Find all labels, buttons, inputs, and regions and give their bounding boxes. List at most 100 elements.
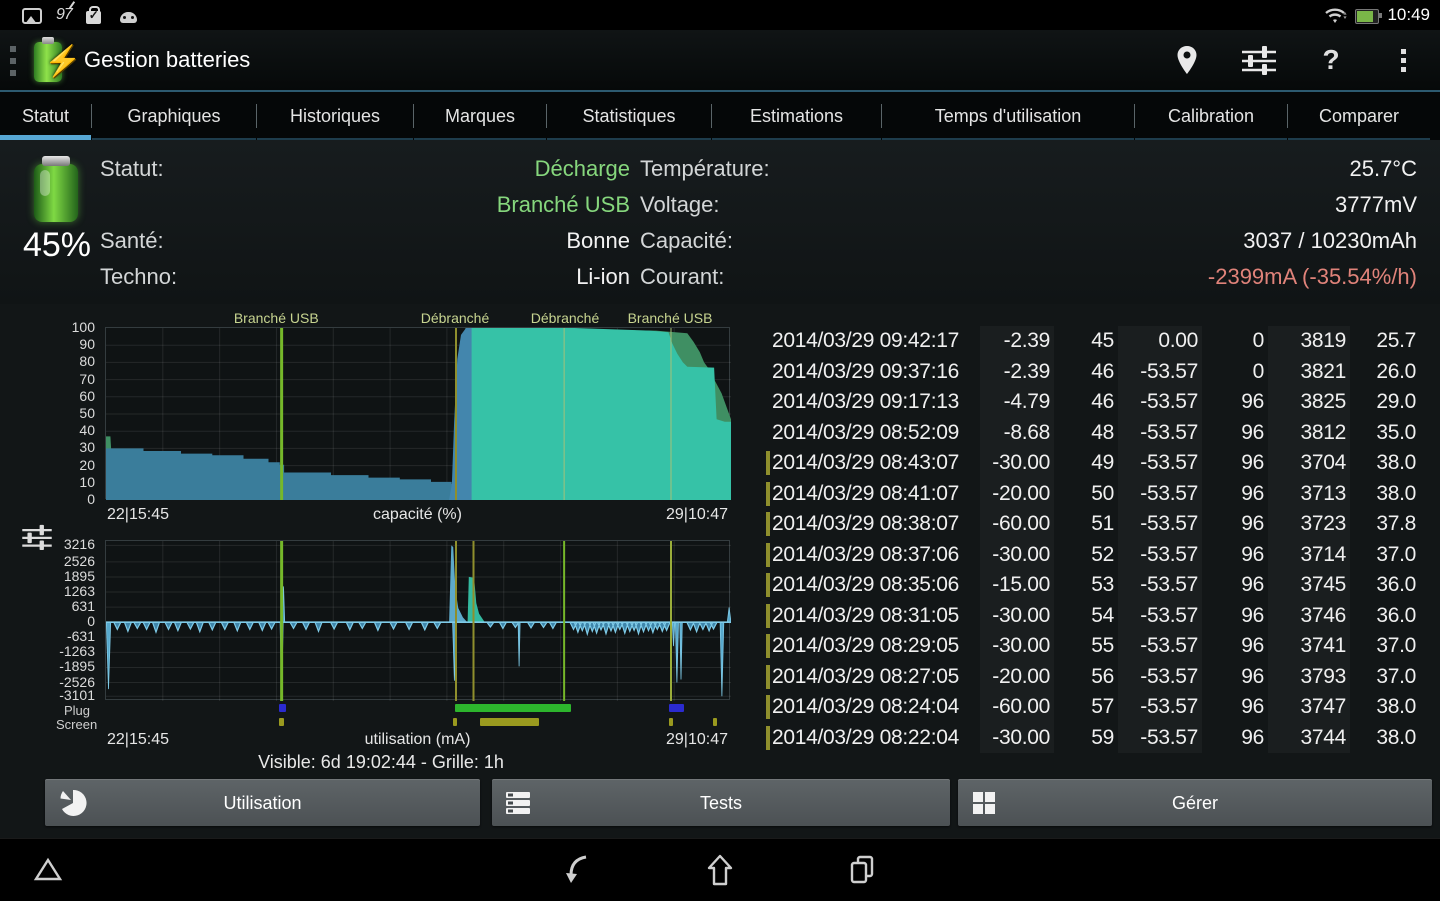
back-button[interactable]	[550, 849, 606, 891]
y-tick-label: -1895	[0, 658, 95, 674]
capacity-chart[interactable]	[105, 327, 730, 499]
cell-value: -2.39	[980, 326, 1054, 357]
home-icon	[705, 853, 735, 887]
recents-button[interactable]	[834, 849, 890, 891]
tab-label: Statistiques	[582, 106, 675, 127]
table-row[interactable]: 2014/03/29 08:37:06-30.0052-53.579637143…	[764, 540, 1432, 571]
tab-statut[interactable]: Statut	[0, 92, 91, 140]
row-event-marker	[764, 662, 772, 693]
sidebar-grip-handle[interactable]	[10, 46, 16, 76]
cell-value: -53.57	[1118, 662, 1202, 693]
tune-icon	[1242, 45, 1276, 75]
table-row[interactable]: 2014/03/29 08:29:05-30.0055-53.579637413…	[764, 631, 1432, 662]
table-row[interactable]: 2014/03/29 08:24:04-60.0057-53.579637473…	[764, 692, 1432, 723]
help-button[interactable]: ?	[1308, 37, 1354, 83]
cell-value: 29.0	[1350, 390, 1420, 414]
screen-event-bar	[669, 718, 673, 726]
y-tick-label: -3101	[0, 687, 95, 703]
cell-value: -53.57	[1118, 448, 1202, 479]
table-row[interactable]: 2014/03/29 08:35:06-15.0053-53.579637453…	[764, 570, 1432, 601]
table-row[interactable]: 2014/03/29 08:31:05-30.0054-53.579637463…	[764, 601, 1432, 632]
y-tick-label: -1263	[0, 643, 95, 659]
table-row[interactable]: 2014/03/29 08:38:07-60.0051-53.579637233…	[764, 509, 1432, 540]
tab-calibration[interactable]: Calibration	[1135, 92, 1287, 140]
cell-value: 38.0	[1350, 726, 1420, 750]
status-value: 3777mV	[1335, 192, 1417, 218]
tab-label: Estimations	[750, 106, 843, 127]
charts-panel: Branché USBDébranchéDébranchéBranché USB…	[0, 304, 762, 770]
cell-value: 25.7	[1350, 329, 1420, 353]
cell-datetime: 2014/03/29 08:43:07	[772, 451, 980, 475]
tab-comparer[interactable]: Comparer	[1288, 92, 1430, 140]
cell-datetime: 2014/03/29 08:52:09	[772, 421, 980, 445]
cell-value: -20.00	[980, 479, 1054, 510]
cell-value: 96	[1202, 421, 1268, 445]
cell-value: 3793	[1268, 662, 1350, 693]
cell-value: 96	[1202, 604, 1268, 628]
overflow-menu-button[interactable]	[1380, 37, 1426, 83]
screen-event-bar	[713, 718, 717, 726]
table-row[interactable]: 2014/03/29 09:37:16-2.3946-53.570382126.…	[764, 357, 1432, 388]
tab-historiques[interactable]: Historiques	[257, 92, 413, 140]
table-row[interactable]: 2014/03/29 08:41:07-20.0050-53.579637133…	[764, 479, 1432, 510]
cell-value: -53.57	[1118, 418, 1202, 449]
status-row: Statut:DéchargeTempérature:25.7°C	[0, 156, 1440, 192]
usage-axis-labels: 22|15:45 utilisation (mA) 29|10:47	[105, 731, 730, 751]
cell-datetime: 2014/03/29 08:38:07	[772, 512, 980, 536]
tab-label: Calibration	[1168, 106, 1254, 127]
history-table: 2014/03/29 09:42:17-2.39450.000381925.72…	[764, 326, 1432, 753]
plug-event-bar	[455, 704, 571, 712]
cell-value: 3741	[1268, 631, 1350, 662]
table-row[interactable]: 2014/03/29 09:42:17-2.39450.000381925.7	[764, 326, 1432, 357]
app-bar: ⚡ Gestion batteries ?	[0, 30, 1440, 92]
tab-statistiques[interactable]: Statistiques	[547, 92, 711, 140]
plug-events-row	[105, 702, 730, 714]
cell-datetime: 2014/03/29 08:29:05	[772, 634, 980, 658]
location-button[interactable]	[1164, 37, 1210, 83]
cell-value: 50	[1054, 482, 1118, 506]
tab-temps-d-utilisation[interactable]: Temps d'utilisation	[882, 92, 1134, 140]
y-tick-label: 50	[0, 405, 95, 421]
tune-button[interactable]	[1236, 37, 1282, 83]
cell-value: -53.57	[1118, 509, 1202, 540]
tab-estimations[interactable]: Estimations	[712, 92, 881, 140]
status-value: 3037 / 10230mAh	[1243, 228, 1417, 254]
cell-value: 36.0	[1350, 604, 1420, 628]
cell-datetime: 2014/03/29 08:31:05	[772, 604, 980, 628]
usage-button[interactable]: Utilisation	[45, 779, 480, 826]
manage-button[interactable]: Gérer	[958, 779, 1432, 826]
status-value: Décharge	[535, 156, 630, 182]
tab-marques[interactable]: Marques	[414, 92, 546, 140]
y-tick-label: -631	[0, 628, 95, 644]
usage-chart[interactable]	[105, 540, 730, 700]
cell-value: 3825	[1268, 387, 1350, 418]
cell-value: -53.57	[1118, 631, 1202, 662]
tab-graphiques[interactable]: Graphiques	[92, 92, 256, 140]
battery-icon	[1355, 9, 1379, 24]
overflow-menu-icon	[1401, 49, 1406, 72]
cell-value: 36.0	[1350, 573, 1420, 597]
cell-value: -30.00	[980, 601, 1054, 632]
table-row[interactable]: 2014/03/29 08:43:07-30.0049-53.579637043…	[764, 448, 1432, 479]
cell-datetime: 2014/03/29 08:41:07	[772, 482, 980, 506]
cell-value: 55	[1054, 634, 1118, 658]
back-icon	[564, 853, 592, 887]
cell-value: -53.57	[1118, 601, 1202, 632]
cell-value: 0	[1202, 360, 1268, 384]
gallery-icon	[22, 5, 42, 25]
table-row[interactable]: 2014/03/29 08:22:04-30.0059-53.579637443…	[764, 723, 1432, 754]
cell-value: 26.0	[1350, 360, 1420, 384]
hide-nav-button[interactable]	[20, 849, 76, 891]
table-row[interactable]: 2014/03/29 09:17:13-4.7946-53.5796382529…	[764, 387, 1432, 418]
tests-button[interactable]: Tests	[492, 779, 950, 826]
home-button[interactable]	[692, 849, 748, 891]
cell-value: -30.00	[980, 540, 1054, 571]
cell-value: -53.57	[1118, 479, 1202, 510]
table-row[interactable]: 2014/03/29 08:27:05-20.0056-53.579637933…	[764, 662, 1432, 693]
cell-value: 96	[1202, 543, 1268, 567]
cell-value: 3744	[1268, 723, 1350, 754]
cell-value: 3704	[1268, 448, 1350, 479]
status-value: 25.7°C	[1349, 156, 1417, 182]
table-row[interactable]: 2014/03/29 08:52:09-8.6848-53.5796381235…	[764, 418, 1432, 449]
app-title: Gestion batteries	[84, 47, 250, 73]
